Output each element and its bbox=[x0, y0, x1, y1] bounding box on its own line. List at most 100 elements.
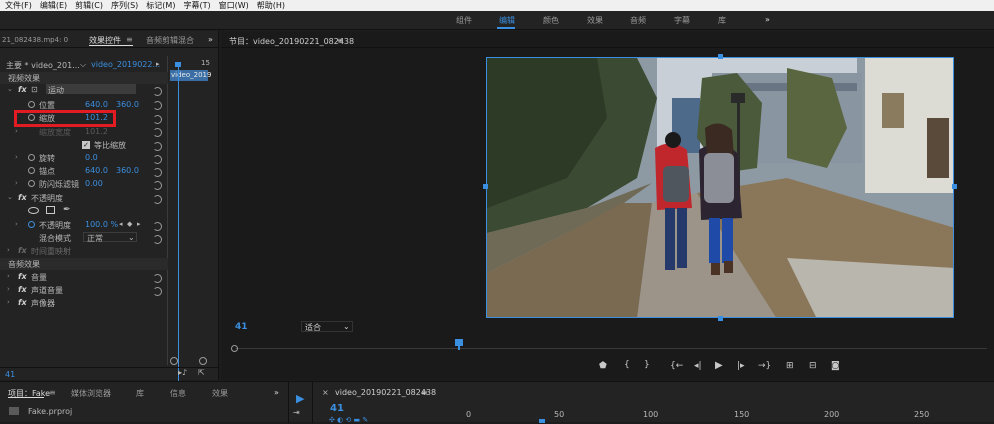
sequence-menu-icon[interactable]: ≡ bbox=[421, 388, 428, 397]
transform-handle-left[interactable] bbox=[483, 184, 488, 189]
anchor-y-value[interactable]: 360.0 bbox=[116, 166, 139, 175]
workspace-tab-libraries[interactable]: 库 bbox=[718, 15, 726, 26]
stopwatch-icon[interactable] bbox=[28, 167, 35, 174]
step-forward-icon[interactable]: |▸ bbox=[737, 361, 745, 371]
close-sequence-icon[interactable]: × bbox=[322, 388, 329, 397]
menu-item[interactable]: 序列(S) bbox=[111, 0, 138, 11]
menu-item[interactable]: 文件(F) bbox=[5, 0, 32, 11]
tab-info[interactable]: 信息 bbox=[170, 388, 186, 399]
project-file-name[interactable]: Fake.prproj bbox=[28, 407, 72, 416]
position-x-value[interactable]: 640.0 bbox=[85, 100, 108, 109]
anchor-x-value[interactable]: 640.0 bbox=[85, 166, 108, 175]
time-ruler[interactable]: 0 50 100 150 200 250 bbox=[466, 408, 986, 423]
reset-icon[interactable] bbox=[153, 181, 162, 190]
play-only-audio-icon[interactable]: ▸ bbox=[156, 60, 160, 68]
timebar-clip[interactable]: video_2019 bbox=[170, 70, 211, 81]
scrub-start-handle[interactable] bbox=[231, 345, 238, 352]
effect-controls-timecode[interactable]: 41 bbox=[5, 370, 15, 379]
lift-icon[interactable]: ⊞ bbox=[786, 361, 794, 371]
playhead-handle[interactable] bbox=[175, 62, 181, 67]
go-to-out-icon[interactable]: →} bbox=[758, 361, 771, 371]
chevron-down-icon[interactable]: ⌵ bbox=[80, 60, 86, 70]
transform-handle-bottom[interactable] bbox=[718, 316, 723, 321]
reset-icon[interactable] bbox=[153, 235, 162, 244]
source-tab[interactable]: 21_082438.mp4: 0 bbox=[2, 36, 68, 44]
reset-icon[interactable] bbox=[153, 115, 162, 124]
sequence-timecode[interactable]: 41 bbox=[330, 403, 344, 414]
reset-icon[interactable] bbox=[153, 101, 162, 110]
position-y-value[interactable]: 360.0 bbox=[116, 100, 139, 109]
playhead-line[interactable] bbox=[178, 63, 179, 383]
workspace-more-button[interactable]: » bbox=[765, 15, 770, 24]
pen-mask-icon[interactable]: ✒ bbox=[63, 205, 71, 215]
panel-more-button[interactable]: » bbox=[208, 35, 213, 44]
tab-media-browser[interactable]: 媒体浏览器 bbox=[71, 388, 111, 399]
menu-item[interactable]: 标记(M) bbox=[146, 0, 175, 11]
extract-icon[interactable]: ⊟ bbox=[809, 361, 817, 371]
reset-icon[interactable] bbox=[153, 128, 162, 137]
zoom-out-handle[interactable] bbox=[170, 357, 178, 365]
reset-icon[interactable] bbox=[153, 287, 162, 296]
monitor-menu-icon[interactable]: ≡ bbox=[337, 36, 344, 45]
flicker-value[interactable]: 0.00 bbox=[85, 179, 103, 188]
add-keyframe-icon[interactable]: ◆ bbox=[127, 220, 132, 228]
reset-icon[interactable] bbox=[153, 195, 162, 204]
play-button-icon[interactable]: ▶ bbox=[715, 360, 723, 371]
menu-item[interactable]: 帮助(H) bbox=[257, 0, 285, 11]
reset-icon[interactable] bbox=[153, 222, 162, 231]
transform-handle-top[interactable] bbox=[718, 54, 723, 59]
uniform-scale-checkbox[interactable]: ✓ bbox=[82, 141, 90, 149]
ellipse-mask-icon[interactable] bbox=[28, 207, 39, 214]
scrub-bar[interactable] bbox=[235, 348, 987, 349]
reset-icon[interactable] bbox=[153, 87, 162, 96]
rectangle-mask-icon[interactable] bbox=[46, 206, 55, 214]
menu-item[interactable]: 窗口(W) bbox=[219, 0, 249, 11]
reset-icon[interactable] bbox=[153, 274, 162, 283]
export-frame-camera-icon[interactable]: ◙ bbox=[831, 361, 840, 371]
go-to-in-icon[interactable]: {← bbox=[670, 361, 683, 371]
zoom-select[interactable]: 适合 ⌄ bbox=[301, 321, 353, 332]
track-select-tool-icon[interactable]: ⇥ bbox=[293, 408, 300, 417]
tab-libraries[interactable]: 库 bbox=[136, 388, 144, 399]
play-audio-icon[interactable]: ▸♪ bbox=[178, 368, 187, 377]
zoom-in-handle[interactable] bbox=[199, 357, 207, 365]
selection-tool-icon[interactable]: ▶ bbox=[296, 392, 304, 405]
step-back-icon[interactable]: ◂| bbox=[694, 361, 702, 371]
mark-in-icon[interactable]: { bbox=[624, 360, 630, 370]
workspace-tab-assembly[interactable]: 组件 bbox=[456, 15, 472, 26]
menu-item[interactable]: 剪辑(C) bbox=[75, 0, 103, 11]
video-frame[interactable] bbox=[486, 57, 954, 318]
mark-out-icon[interactable]: } bbox=[644, 360, 650, 370]
timeline-playhead[interactable] bbox=[539, 419, 545, 423]
opacity-effect-row[interactable]: ⌄ fx 不透明度 bbox=[0, 192, 168, 204]
stopwatch-icon[interactable] bbox=[28, 180, 35, 187]
reset-icon[interactable] bbox=[153, 155, 162, 164]
reset-icon[interactable] bbox=[153, 168, 162, 177]
stopwatch-icon[interactable] bbox=[28, 221, 35, 228]
workspace-tab-editing[interactable]: 编辑 bbox=[499, 15, 515, 26]
tab-effect-controls-menu[interactable]: ≡ bbox=[126, 35, 133, 44]
menu-item[interactable]: 编辑(E) bbox=[40, 0, 67, 11]
blend-mode-select[interactable]: 正常 ⌄ bbox=[83, 232, 137, 243]
tab-audio-clip-mixer[interactable]: 音频剪辑混合 bbox=[146, 35, 194, 46]
workspace-tab-audio[interactable]: 音频 bbox=[630, 15, 646, 26]
channel-volume-row[interactable]: › fx 声道音量 bbox=[0, 284, 168, 296]
reset-icon[interactable] bbox=[153, 142, 162, 151]
workspace-tab-captions[interactable]: 字幕 bbox=[674, 15, 690, 26]
time-remap-row[interactable]: › fx 时间重映射 bbox=[0, 245, 168, 257]
transform-handle-right[interactable] bbox=[952, 184, 957, 189]
rotation-value[interactable]: 0.0 bbox=[85, 153, 98, 162]
export-frame-icon[interactable]: ⇱ bbox=[198, 368, 205, 377]
stopwatch-icon[interactable] bbox=[28, 154, 35, 161]
volume-row[interactable]: › fx 音量 bbox=[0, 271, 168, 283]
tab-effects[interactable]: 效果 bbox=[212, 388, 228, 399]
next-keyframe-icon[interactable]: ▸ bbox=[137, 220, 141, 228]
stopwatch-icon[interactable] bbox=[28, 101, 35, 108]
program-timecode[interactable]: 41 bbox=[235, 322, 248, 332]
previous-keyframe-icon[interactable]: ◂ bbox=[119, 220, 123, 228]
bottom-more-button[interactable]: » bbox=[274, 388, 279, 397]
clip-name-link[interactable]: video_2019022... bbox=[91, 60, 160, 69]
opacity-value[interactable]: 100.0 % bbox=[85, 220, 118, 229]
motion-row[interactable]: ⌄ fx ⊡ 运动 bbox=[0, 84, 168, 96]
menu-item[interactable]: 字幕(T) bbox=[183, 0, 210, 11]
